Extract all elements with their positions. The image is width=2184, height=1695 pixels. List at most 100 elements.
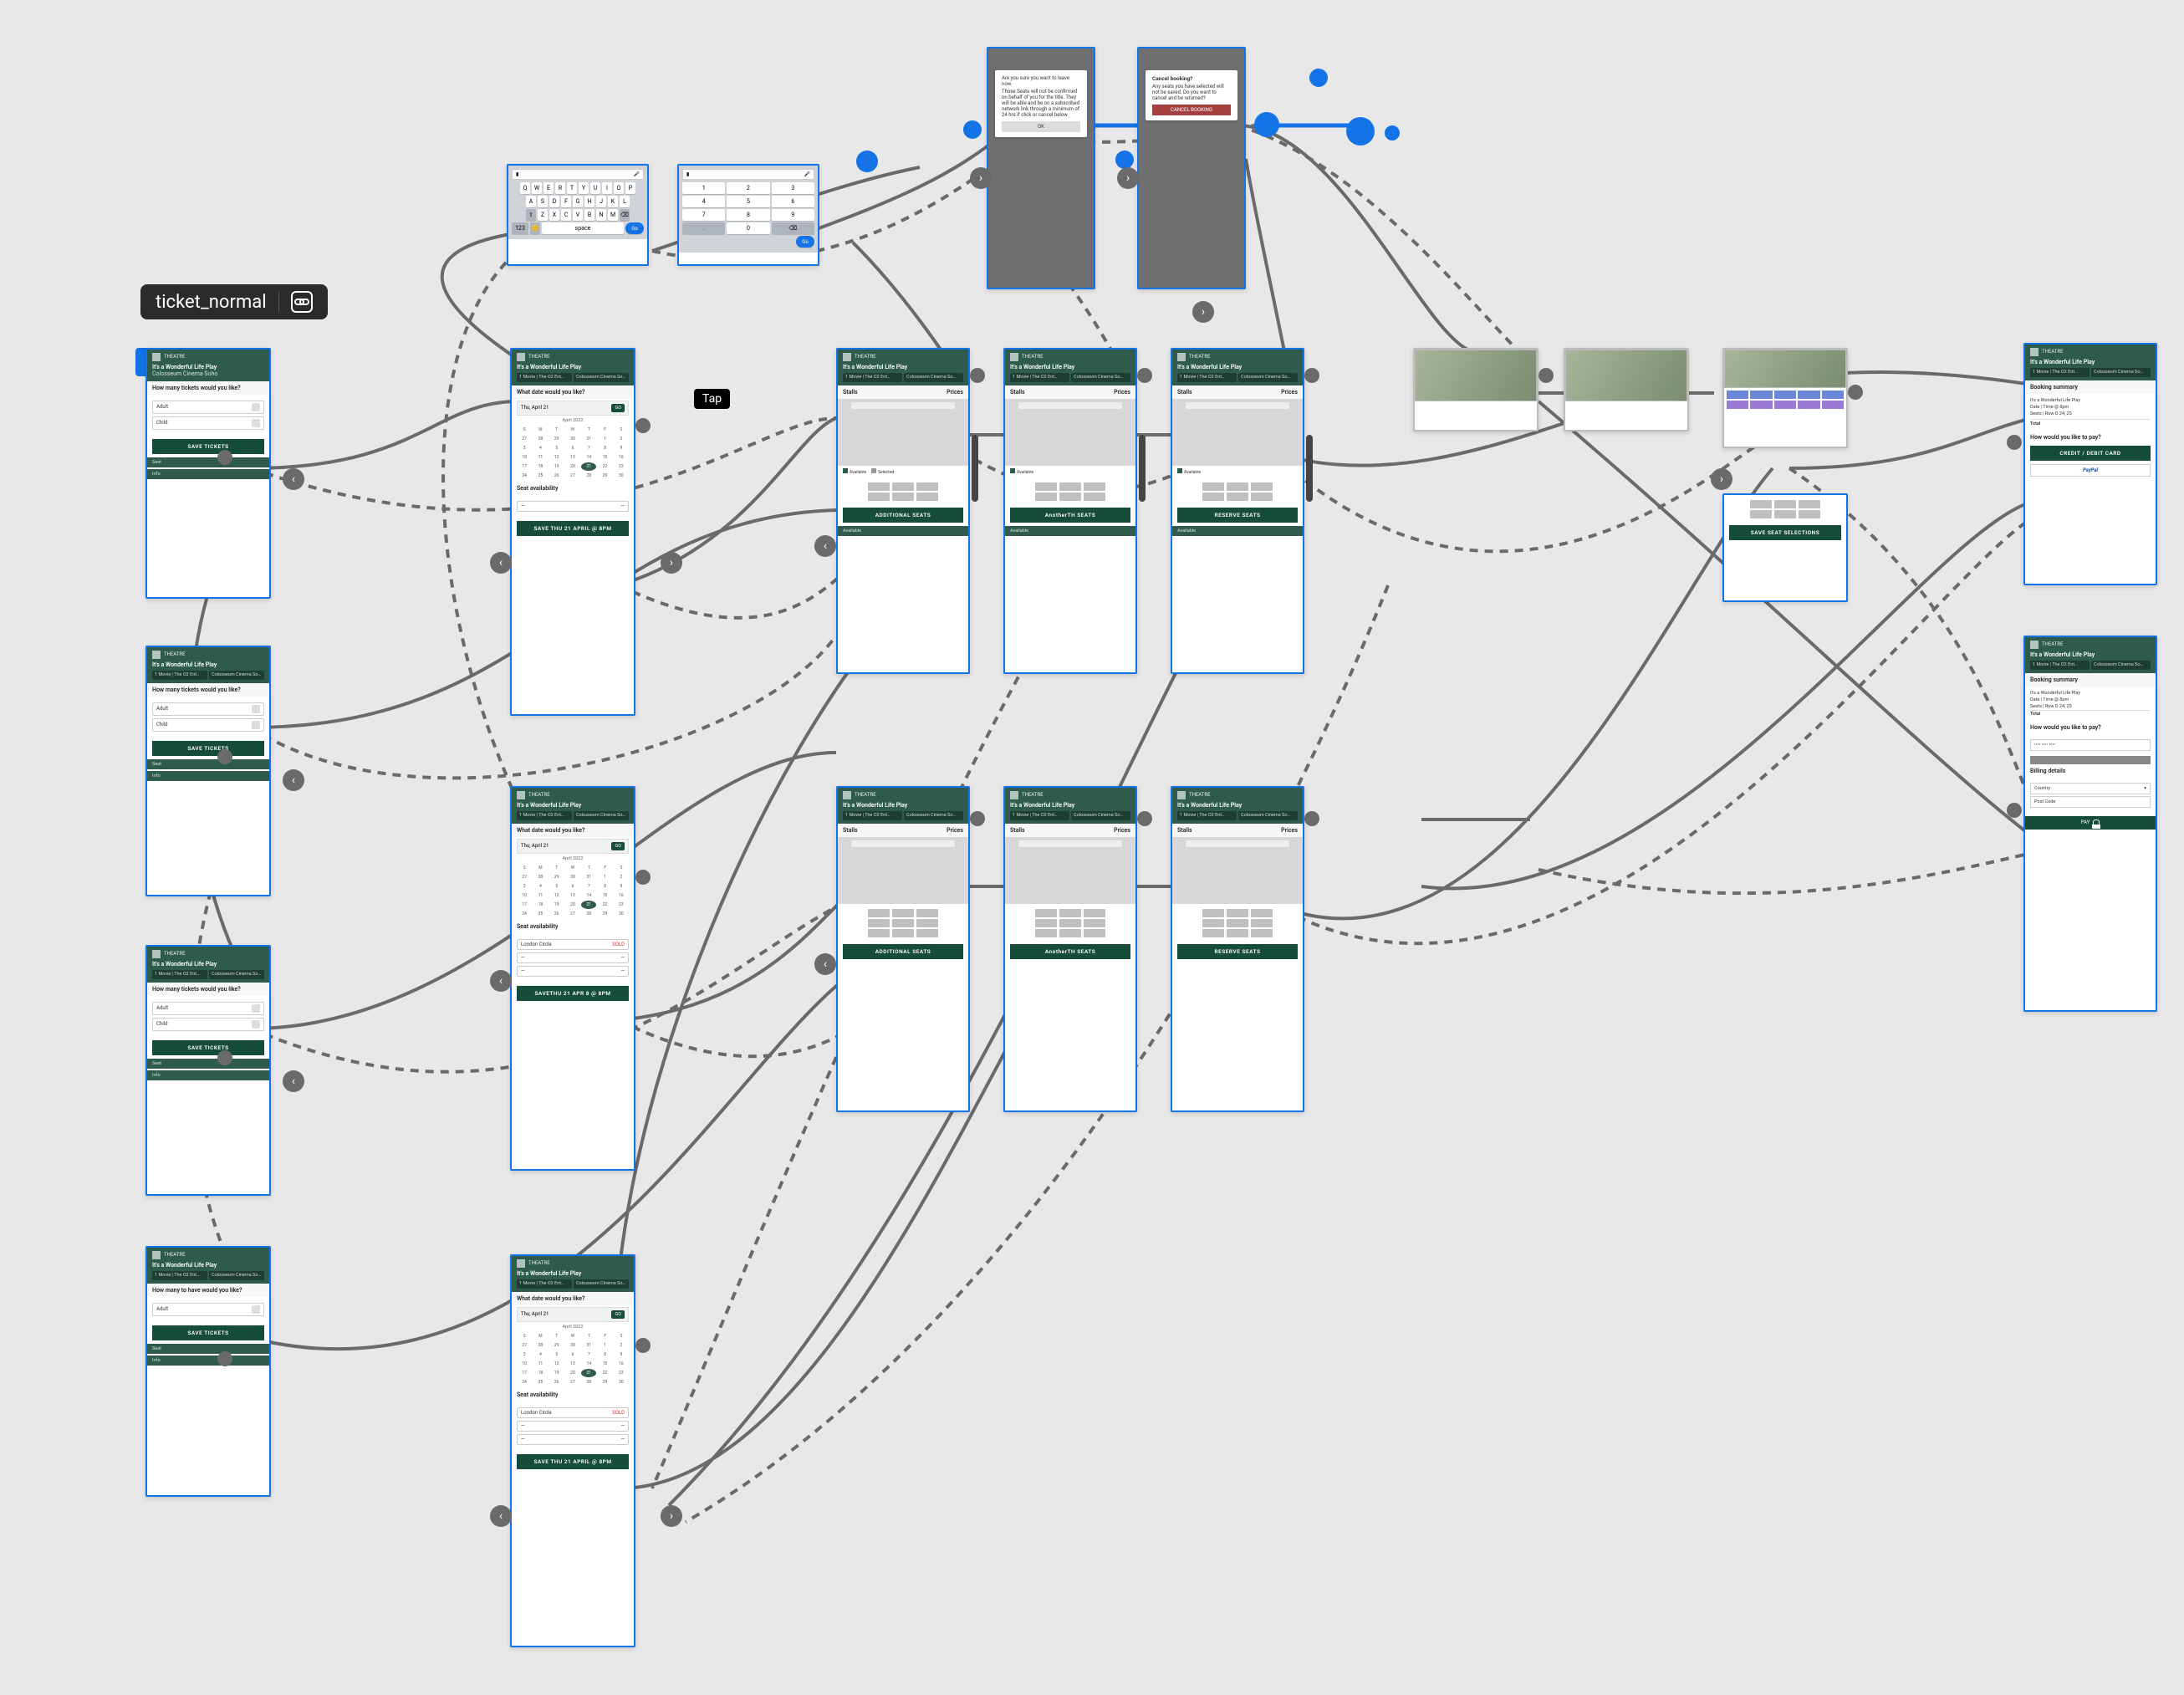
key[interactable]: 0 xyxy=(727,222,769,234)
calendar-day[interactable]: 24 xyxy=(517,472,532,480)
calendar-day[interactable]: 10 xyxy=(517,1360,532,1368)
key[interactable]: A xyxy=(526,196,536,207)
calendar-day[interactable]: 20 xyxy=(565,1369,580,1377)
nav-next-icon[interactable]: › xyxy=(1192,301,1214,323)
calendar-day[interactable]: 24 xyxy=(517,910,532,918)
nav-prev-icon[interactable]: ‹ xyxy=(490,1505,512,1527)
connection-handle[interactable] xyxy=(1304,368,1319,383)
calendar-day[interactable]: 13 xyxy=(565,1360,580,1368)
calendar-day[interactable]: 28 xyxy=(581,910,596,918)
calendar-day[interactable]: 29 xyxy=(597,910,612,918)
prototype-canvas[interactable]: ticket_normal Tap ▮ 🎤 Q W E R T Y U I O … xyxy=(0,0,2184,1695)
calendar-day[interactable]: 29 xyxy=(549,1341,564,1350)
connection-handle[interactable] xyxy=(217,1050,232,1065)
calendar-day[interactable]: 25 xyxy=(533,910,548,918)
calendar-day[interactable]: 27 xyxy=(565,910,580,918)
stepper-child[interactable]: Child xyxy=(152,416,264,430)
calendar-day[interactable]: 17 xyxy=(517,462,532,471)
connection-handle[interactable] xyxy=(2007,803,2022,818)
calendar-day[interactable]: 26 xyxy=(549,472,564,480)
connection-handle[interactable] xyxy=(1254,112,1279,137)
calendar-day[interactable]: 30 xyxy=(614,1378,629,1386)
connection-handle[interactable] xyxy=(856,151,878,172)
artboard-seat-selection[interactable]: SAVE SEAT SELECTIONS xyxy=(1722,493,1848,602)
key[interactable]: F xyxy=(561,196,571,207)
another-seats-button[interactable]: AnotherTH SEATS xyxy=(1010,508,1130,523)
calendar-day[interactable]: 2 xyxy=(614,873,629,881)
connection-handle[interactable] xyxy=(217,450,232,465)
calendar-day[interactable]: 15 xyxy=(597,453,612,462)
key[interactable]: G xyxy=(573,196,583,207)
artboard-date-2[interactable]: THEATRE It's a Wonderful Life Play 1 Mov… xyxy=(510,786,635,1171)
additional-seats-button[interactable]: ADDITIONAL SEATS xyxy=(843,508,963,523)
calendar-day[interactable]: 22 xyxy=(597,901,612,909)
connection-handle[interactable] xyxy=(963,120,982,139)
key[interactable]: M xyxy=(608,209,618,221)
connection-handle[interactable] xyxy=(1115,151,1134,169)
key[interactable]: P xyxy=(625,182,635,194)
calendar-day[interactable]: 14 xyxy=(581,1360,596,1368)
connection-handle[interactable] xyxy=(1385,125,1400,140)
calendar-day[interactable]: 15 xyxy=(597,1360,612,1368)
calendar-day[interactable]: 19 xyxy=(549,1369,564,1377)
artboard-tickets-4[interactable]: THEATRE It's a Wonderful Life Play 1 Mov… xyxy=(145,1246,271,1497)
calendar-day[interactable]: 6 xyxy=(565,444,580,452)
artboard-date-1[interactable]: THEATRE It's a Wonderful Life Play 1 Mov… xyxy=(510,348,635,716)
chip[interactable]: 1 Movie | The O2 Ent… xyxy=(152,671,207,680)
calendar-day[interactable]: 10 xyxy=(517,453,532,462)
calendar-day[interactable]: 30 xyxy=(614,910,629,918)
calendar-day[interactable]: 30 xyxy=(565,435,580,443)
key[interactable]: B xyxy=(584,209,594,221)
calendar-day[interactable]: 19 xyxy=(549,901,564,909)
key[interactable]: 1 xyxy=(682,182,725,194)
key[interactable]: . xyxy=(682,222,725,234)
nav-prev-icon[interactable]: ‹ xyxy=(283,1070,304,1092)
calendar-day[interactable]: 29 xyxy=(597,472,612,480)
artboard-tickets-2[interactable]: THEATRE It's a Wonderful Life Play 1 Mov… xyxy=(145,646,271,896)
key[interactable]: 4 xyxy=(682,196,725,207)
key[interactable]: K xyxy=(608,196,618,207)
key[interactable]: S xyxy=(538,196,548,207)
key[interactable]: 6 xyxy=(772,196,814,207)
calendar-day[interactable]: 12 xyxy=(549,453,564,462)
key-backspace[interactable]: ⌫ xyxy=(772,222,814,234)
calendar-day[interactable]: 9 xyxy=(614,882,629,891)
calendar-day[interactable]: 4 xyxy=(533,444,548,452)
scrollbar-thumb[interactable] xyxy=(972,435,978,502)
calendar-day[interactable]: 5 xyxy=(549,444,564,452)
artboard-seats-a1[interactable]: THEATRE It's a Wonderful Life Play 1 Mov… xyxy=(836,348,970,674)
footer-strip[interactable]: Seat xyxy=(147,457,269,467)
key-backspace[interactable]: ⌫ xyxy=(620,209,630,221)
key[interactable]: 9 xyxy=(772,209,814,221)
save-tickets-button[interactable]: SAVE TICKETS xyxy=(152,1040,264,1055)
calendar-day[interactable]: 20 xyxy=(565,901,580,909)
nav-next-icon[interactable]: › xyxy=(1117,167,1139,189)
artboard-seats-b1[interactable]: THEATREIt's a Wonderful Life Play1 Movie… xyxy=(836,786,970,1112)
pay-button[interactable]: PAY xyxy=(2025,816,2156,830)
connection-handle[interactable] xyxy=(2007,435,2022,450)
calendar-day[interactable]: 30 xyxy=(565,873,580,881)
artboard-seats-b2[interactable]: THEATREIt's a Wonderful Life Play1 Movie… xyxy=(1003,786,1137,1112)
paypal-button[interactable]: PayPal xyxy=(2030,464,2151,477)
calendar-day[interactable]: 1 xyxy=(597,435,612,443)
mic-icon[interactable]: 🎤 xyxy=(804,171,810,177)
nav-prev-icon[interactable]: ‹ xyxy=(490,552,512,574)
calendar-day[interactable]: 23 xyxy=(614,901,629,909)
artboard-checkout-1[interactable]: THEATRE It's a Wonderful Life Play 1 Mov… xyxy=(2023,343,2157,585)
artboard-tickets-3[interactable]: THEATRE It's a Wonderful Life Play 1 Mov… xyxy=(145,945,271,1196)
key[interactable]: Q xyxy=(520,182,530,194)
flow-label-tooltip[interactable]: ticket_normal xyxy=(140,284,328,319)
calendar-day[interactable]: 9 xyxy=(614,1350,629,1359)
calendar-day[interactable]: 11 xyxy=(533,1360,548,1368)
calendar-day[interactable]: 31 xyxy=(581,435,596,443)
nav-prev-icon[interactable]: ‹ xyxy=(283,468,304,490)
plus-icon[interactable] xyxy=(252,419,260,427)
artboard-date-3[interactable]: THEATRE It's a Wonderful Life Play 1 Mov… xyxy=(510,1254,635,1647)
calendar-day[interactable]: 20 xyxy=(565,462,580,471)
reserve-seats-button[interactable]: RESERVE SEATS xyxy=(1177,508,1298,523)
calendar-day[interactable]: 31 xyxy=(581,1341,596,1350)
postcode-field[interactable]: Post Code xyxy=(2030,796,2151,808)
calendar-day[interactable]: 13 xyxy=(565,453,580,462)
stepper-adult[interactable]: Adult xyxy=(152,401,264,414)
key[interactable]: 5 xyxy=(727,196,769,207)
